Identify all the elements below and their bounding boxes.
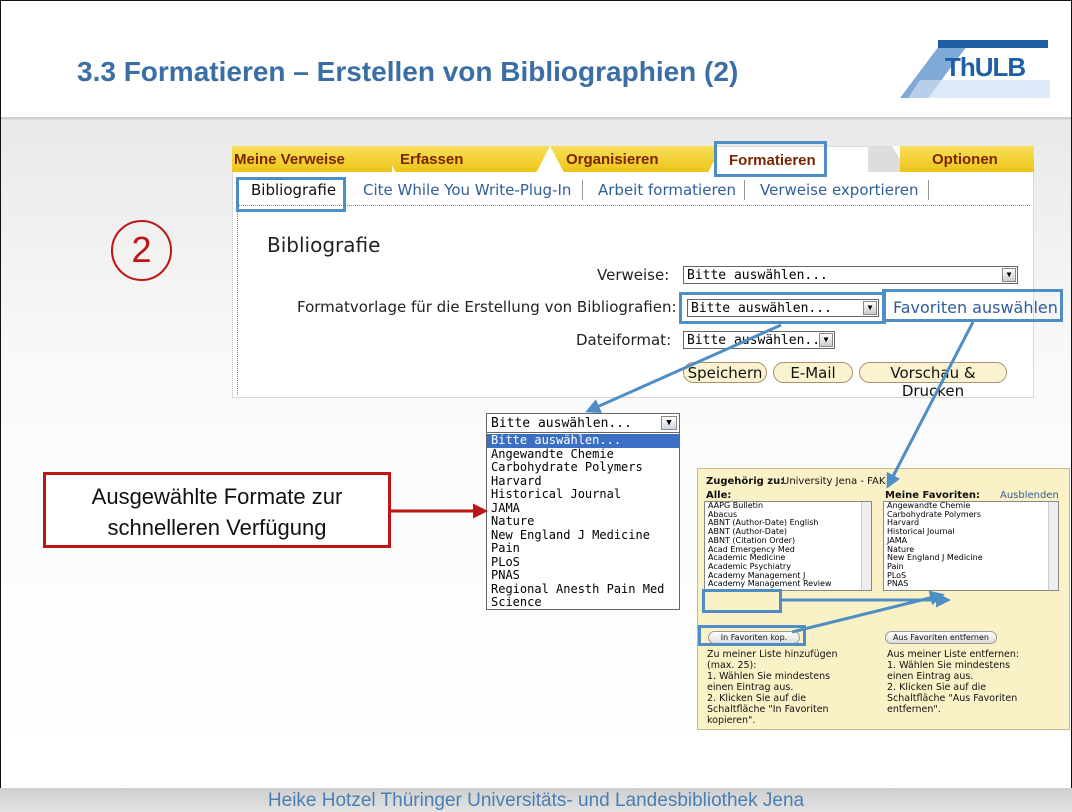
tab-optionen[interactable]: Optionen (900, 146, 1034, 172)
my-favorites-label: Meine Favoriten: (885, 490, 980, 501)
subtab-cite-while-you-write[interactable]: Cite While You Write-Plug-In (363, 181, 571, 199)
dropdown-option[interactable]: Angewandte Chemie (487, 447, 679, 462)
highlight-favorites-link (882, 289, 1063, 322)
dropdown-option[interactable]: Carbohydrate Polymers (487, 460, 679, 475)
form-heading: Bibliografie (267, 233, 381, 257)
content-left-border (237, 205, 238, 395)
dateiformat-label: Dateiformat: (576, 331, 672, 349)
callout-line-1: Ausgewählte Formate zur (91, 484, 343, 509)
step-number-circle: 2 (111, 220, 172, 281)
main-tabbar: Meine Verweise Erfassen Organisieren For… (232, 146, 1034, 172)
dropdown-option[interactable]: New England J Medicine (487, 528, 679, 543)
verweise-select[interactable]: Bitte auswählen... ▼ (683, 266, 1018, 284)
dateiformat-select-value: Bitte auswählen... (687, 333, 828, 348)
slide-title: 3.3 Formatieren – Erstellen von Bibliogr… (77, 56, 739, 87)
chevron-down-icon: ▼ (661, 416, 677, 430)
verweise-select-value: Bitte auswählen... (687, 268, 828, 283)
preview-print-button[interactable]: Vorschau & Drucken (859, 362, 1007, 400)
subtab-separator (582, 180, 583, 200)
callout-line-2: schnelleren Verfügung (107, 515, 327, 540)
subtab-arbeit-formatieren[interactable]: Arbeit formatieren (598, 181, 736, 199)
verweise-label: Verweise: (597, 266, 670, 284)
help-add-text: Zu meiner Liste hinzufügen (max. 25): 1.… (707, 649, 838, 726)
subtab-verweise-exportieren[interactable]: Verweise exportieren (760, 181, 919, 199)
hide-link[interactable]: Ausblenden (1000, 490, 1059, 501)
format-label: Formatvorlage für die Erstellung von Bib… (297, 298, 677, 316)
help-remove-text: Aus meiner Liste entfernen: 1. Wählen Si… (887, 649, 1020, 715)
tab-meine-verweise[interactable]: Meine Verweise (232, 146, 392, 172)
dropdown-option[interactable]: Science (487, 595, 679, 610)
email-button[interactable]: E-Mail (773, 362, 853, 383)
dropdown-header-value: Bitte auswählen... (491, 416, 632, 431)
list-item[interactable]: New England J Medicine (884, 554, 1058, 563)
list-item[interactable]: Academy Management Review (705, 580, 871, 589)
dropdown-option[interactable]: JAMA (487, 501, 679, 516)
subtab-separator (744, 180, 745, 200)
dropdown-option[interactable]: Bitte auswählen... (487, 433, 679, 448)
remove-from-favorites-button[interactable]: Aus Favoriten entfernen (885, 631, 997, 644)
belongs-value: University Jena - FAK (782, 476, 886, 487)
dropdown-option[interactable]: Nature (487, 514, 679, 529)
chevron-down-icon: ▼ (1002, 268, 1016, 282)
highlight-subtab-bibliografie (236, 177, 346, 212)
tab-erfassen[interactable]: Erfassen (382, 146, 550, 172)
tab-organisieren[interactable]: Organisieren (550, 146, 722, 172)
save-button[interactable]: Speichern (683, 362, 767, 383)
chevron-down-icon: ▼ (819, 333, 833, 347)
footer-text: Heike Hotzel Thüringer Universitäts- und… (267, 790, 805, 811)
dropdown-option[interactable]: Historical Journal (487, 487, 679, 502)
all-styles-list[interactable]: AAPG Bulletin Abacus ABNT (Author-Date) … (704, 501, 872, 591)
dropdown-option[interactable]: PNAS (487, 568, 679, 583)
belongs-label: Zugehörig zu: (706, 476, 785, 487)
all-list-label: Alle: (706, 490, 732, 501)
dropdown-option[interactable]: Harvard (487, 474, 679, 489)
highlight-copy-button (698, 625, 806, 646)
list-item[interactable]: PLoS (884, 571, 1058, 581)
list-item[interactable]: PNAS (884, 580, 1058, 589)
highlight-selected-item (702, 589, 782, 613)
highlight-format-select (679, 292, 886, 324)
dropdown-option[interactable]: Pain (487, 541, 679, 556)
scrollbar[interactable] (1048, 502, 1058, 590)
dropdown-option[interactable]: Regional Anesth Pain Med (487, 582, 679, 597)
format-dropdown-list[interactable]: Bitte auswählen... ▼ Bitte auswählen... … (486, 413, 680, 610)
title-divider (1, 117, 1071, 121)
list-item[interactable]: Pain (884, 562, 1058, 572)
scrollbar[interactable] (861, 502, 871, 590)
subtab-separator (928, 180, 929, 200)
highlight-tab-formatieren (714, 141, 827, 177)
list-item[interactable]: Historical Journal (884, 527, 1058, 537)
subtab-divider (238, 205, 1030, 206)
dropdown-header[interactable]: Bitte auswählen... ▼ (487, 414, 679, 433)
logo-text: ThULB (945, 52, 1026, 82)
callout-box: Ausgewählte Formate zur schnelleren Verf… (43, 472, 391, 548)
dropdown-options: Bitte auswählen... Angewandte Chemie Car… (487, 433, 679, 610)
dropdown-option[interactable]: PLoS (487, 555, 679, 570)
dateiformat-select[interactable]: Bitte auswählen... ▼ (683, 331, 835, 349)
my-favorites-list[interactable]: Angewandte Chemie Carbohydrate Polymers … (883, 501, 1059, 591)
